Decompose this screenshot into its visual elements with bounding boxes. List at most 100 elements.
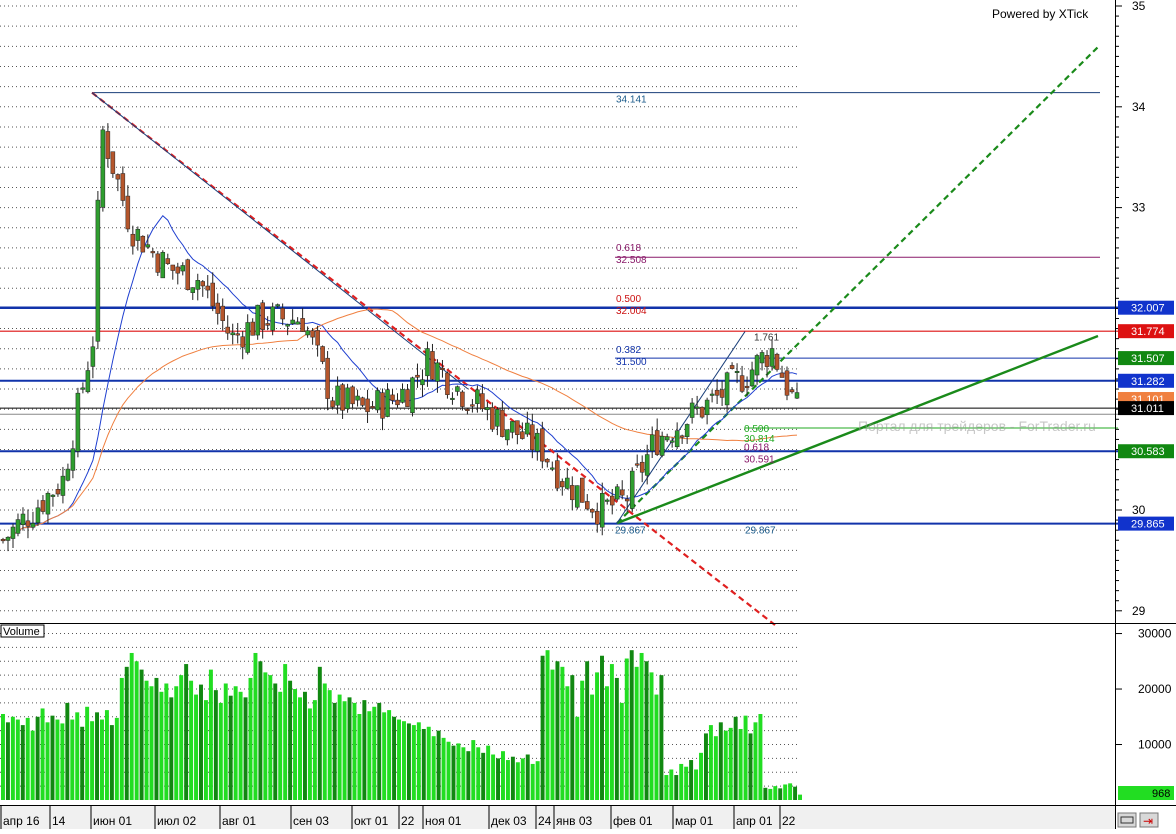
volume-bar — [377, 702, 382, 800]
price-badge-text: 31.774 — [1131, 326, 1165, 338]
volume-bar — [580, 680, 585, 800]
candle-body — [5, 536, 11, 541]
candle-body — [25, 520, 31, 527]
candle-body — [764, 355, 770, 367]
time-axis-label: июл 02 — [157, 814, 196, 828]
time-axis-label: окт 01 — [354, 814, 389, 828]
price-badge-text: 32.007 — [1131, 303, 1165, 315]
candle-body — [355, 395, 360, 401]
candle-body — [430, 351, 435, 380]
candle-body — [185, 259, 191, 290]
scroll-button[interactable] — [1117, 812, 1137, 828]
volume-bar — [684, 766, 689, 800]
volume-bar — [100, 719, 104, 800]
price-badge-text: 31.282 — [1131, 376, 1165, 388]
volume-bar — [387, 710, 392, 800]
candle-body — [450, 397, 455, 400]
candle-body — [669, 440, 675, 443]
volume-bar — [208, 669, 213, 800]
volume-bar — [397, 719, 401, 800]
volume-bar — [40, 708, 45, 800]
volume-bar — [600, 655, 604, 800]
time-axis-label: июн 01 — [93, 814, 132, 828]
candle-body — [95, 199, 101, 342]
candle-body — [400, 389, 405, 403]
volume-panel-label: Volume — [3, 626, 40, 638]
volume-bar — [154, 677, 159, 800]
candle-body — [385, 389, 390, 417]
time-axis-label: 24 — [538, 814, 552, 828]
candle-body — [425, 348, 430, 377]
candle-body — [205, 285, 210, 291]
volume-bar — [718, 722, 723, 800]
volume-bar — [392, 716, 397, 800]
candle-body — [260, 302, 265, 330]
volume-bar — [228, 695, 233, 800]
candle-body — [609, 495, 615, 506]
volume-bar — [545, 650, 550, 800]
volume-bar — [421, 728, 426, 800]
volume-bar — [55, 719, 60, 800]
volume-bar — [357, 714, 362, 800]
volume-bar — [238, 691, 243, 800]
volume-bar — [159, 691, 164, 800]
volume-bar — [758, 714, 763, 800]
candle-body — [115, 174, 121, 180]
volume-bar — [629, 650, 634, 800]
reset-button[interactable]: ⇥ — [1139, 812, 1159, 828]
volume-bar — [243, 697, 248, 800]
volume-bar — [773, 786, 778, 800]
candle-body — [280, 308, 285, 320]
candle-body — [250, 321, 255, 336]
volume-bar — [689, 760, 694, 800]
candle-body — [510, 421, 515, 433]
candle-body — [235, 333, 240, 336]
candle-body — [255, 304, 260, 336]
volume-bar — [590, 694, 595, 800]
volume-bar — [441, 737, 446, 800]
candle-body — [70, 448, 76, 471]
volume-bar — [60, 723, 65, 800]
volume-bar — [570, 675, 575, 800]
volume-bar — [5, 722, 10, 800]
candle-body — [699, 406, 705, 418]
candle-body — [215, 302, 220, 314]
candle-body — [629, 470, 635, 509]
candle-body — [714, 389, 720, 396]
candle-body — [200, 281, 205, 287]
volume-bar — [476, 747, 481, 800]
volume-bar — [703, 733, 708, 800]
candle-body — [190, 287, 196, 293]
volume-bar — [520, 758, 525, 800]
volume-bar — [144, 680, 149, 800]
volume-bar — [298, 697, 302, 800]
volume-bar — [664, 775, 669, 800]
candle-body — [170, 264, 176, 271]
volume-bar — [609, 664, 614, 800]
volume-bar — [139, 669, 144, 800]
volume-bar — [50, 715, 55, 800]
fib-level-label: 1.761 — [754, 332, 779, 343]
price-tick-label: 34 — [1132, 100, 1146, 114]
candle-body — [789, 389, 795, 393]
volume-bar — [550, 669, 555, 800]
candle-body — [85, 370, 91, 393]
volume-bar — [70, 719, 75, 800]
fib-level-label: 32.004 — [616, 306, 647, 317]
candle-body — [270, 306, 275, 331]
volume-bar — [233, 686, 238, 800]
price-tick-label: 30 — [1132, 503, 1146, 517]
candle-body — [20, 513, 26, 525]
candle-body — [365, 398, 370, 413]
candle-body — [719, 389, 725, 398]
watermark-text: Портал для трейдеров - ForTrader.ru — [858, 418, 1096, 434]
chart-canvas: 34.1410.61832.5080.50032.0040.38231.5001… — [0, 0, 1176, 829]
candle-body — [175, 266, 181, 274]
candle-body — [595, 510, 600, 525]
candle-body — [370, 406, 375, 409]
volume-bar — [317, 666, 322, 800]
fib-level-label: 34.141 — [616, 95, 647, 106]
volume-bar — [778, 788, 783, 800]
volume-bar — [20, 725, 25, 800]
candle-body — [295, 321, 300, 325]
